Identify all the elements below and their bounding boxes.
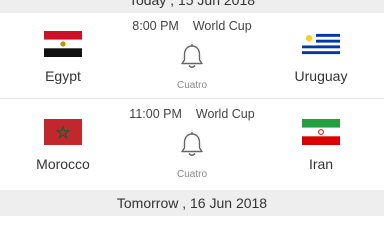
broadcast-channel: Cuatro [176,169,207,180]
home-team[interactable]: Egypt [18,31,108,84]
bell-icon[interactable] [179,131,205,159]
match-competition: World Cup [192,19,252,33]
morocco-flag-icon [44,119,82,145]
team-name: Egypt [45,68,81,84]
date-header-tomorrow: Tomorrow , 16 Jun 2018 [0,190,384,216]
date-header-today: Today , 15 Jun 2018 [0,0,384,13]
match-card[interactable]: 11:00 PM World Cup Morocco Cuatro Iran [0,101,384,189]
date-header-label: Today , 15 Jun 2018 [128,0,256,8]
away-team[interactable]: Uruguay [276,31,366,84]
match-time: 11:00 PM [129,107,182,121]
team-name: Iran [308,156,334,172]
match-card[interactable]: 8:00 PM World Cup Egypt Cuatro Uruguay [0,13,384,99]
team-name: Morocco [36,156,90,172]
egypt-flag-icon [44,31,82,57]
team-name: Uruguay [294,68,348,84]
bell-icon[interactable] [179,43,205,71]
home-team[interactable]: Morocco [18,119,108,172]
uruguay-flag-icon [302,31,340,57]
broadcast-channel: Cuatro [176,80,207,91]
date-header-label: Tomorrow , 16 Jun 2018 [116,195,268,211]
away-team[interactable]: Iran [276,119,366,172]
match-competition: World Cup [195,107,255,121]
match-time: 8:00 PM [132,19,179,33]
iran-flag-icon [302,119,340,145]
